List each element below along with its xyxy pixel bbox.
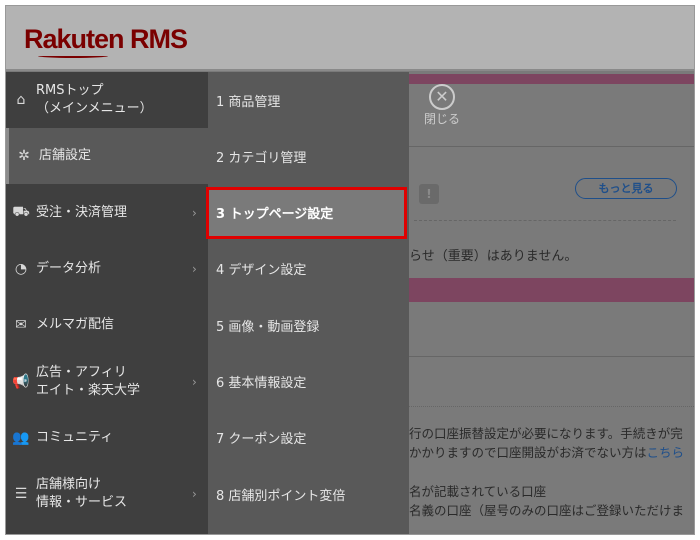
menu-item-label: 店舗設定 [39, 148, 92, 164]
section-bar [409, 74, 694, 84]
info-text: 名義の口座（屋号のみの口座はご登録いただけま [409, 503, 685, 518]
submenu-item[interactable]: 6 基本情報設定 [208, 354, 409, 410]
menu-item-label: データ分析 [36, 260, 102, 276]
menu-item[interactable]: ◔ データ分析 › [6, 241, 208, 297]
chevron-right-icon: › [192, 487, 197, 502]
logo-swoosh [38, 54, 108, 58]
content-area: ✕ 閉じる ! もっと見る らせ（重要）はありません。 行の口座振替設定が必要に… [409, 72, 694, 534]
app-window: Rakuten RMS ⌂ RMSトップ （メインメニュー） ✲ 店舗設定 ⛟ 受注・決済… [5, 5, 695, 535]
more-button[interactable]: もっと見る [575, 178, 677, 199]
section-bar [409, 278, 694, 302]
menu-item-label: メルマガ配信 [36, 317, 115, 333]
megaphone-icon: 📢 [12, 373, 30, 390]
bulb-icon: ! [419, 184, 439, 204]
close-label: 閉じる [424, 112, 461, 126]
list-icon: ☰ [14, 486, 28, 503]
main-menu: ⌂ RMSトップ （メインメニュー） ✲ 店舗設定 ⛟ 受注・決済管理 › ◔ データ分析 › ✉ メ… [6, 72, 208, 534]
info-text: 行の口座振替設定が必要になります。手続きが完 [409, 426, 683, 441]
divider [409, 146, 694, 147]
cart-icon: ⛟ [12, 203, 30, 220]
menu-item[interactable]: ⌂ RMSトップ （メインメニュー） [6, 72, 208, 128]
gear-icon: ✲ [18, 148, 30, 165]
menu-item-label: 店舗様向け 情報・サービス [36, 477, 128, 511]
submenu-item[interactable]: 5 画像・動画登録 [208, 297, 409, 353]
pie-chart-icon: ◔ [14, 260, 28, 277]
submenu-item[interactable]: 2 カテゴリ管理 [208, 128, 409, 184]
rakuten-rms-logo[interactable]: Rakuten RMS [24, 24, 188, 58]
menu-item-label: RMSトップ （メインメニュー） [36, 83, 153, 116]
submenu: 1 商品管理 2 カテゴリ管理 3 トップページ設定 4 デザイン設定 5 画像・動画登… [206, 72, 409, 534]
close-button[interactable]: ✕ 閉じる [424, 84, 460, 127]
info-text: 名が記載されている口座 [409, 484, 547, 499]
close-icon: ✕ [429, 84, 455, 110]
menu-item[interactable]: 👥 コミュニティ [6, 410, 208, 466]
menu-item[interactable]: ⛟ 受注・決済管理 › [6, 185, 208, 241]
menu-item-label: 受注・決済管理 [36, 204, 128, 220]
menu-item-label: コミュニティ [36, 429, 114, 445]
submenu-item[interactable]: 7 クーポン設定 [208, 410, 409, 466]
here-link[interactable]: こちら [647, 445, 685, 460]
submenu-item[interactable]: 8 店舗別ポイント変倍 [208, 466, 409, 522]
notice-text: らせ（重要）はありません。 [409, 249, 578, 264]
submenu-item[interactable]: 3 トップページ設定 [206, 186, 407, 239]
menu-item[interactable]: ✲ 店舗設定 [6, 128, 208, 185]
dashed-divider [414, 220, 676, 221]
dotted-divider [409, 406, 694, 407]
chevron-right-icon: › [192, 374, 197, 389]
menu-item-label: 広告・アフィリ エイト・楽天大学 [36, 364, 141, 398]
header: Rakuten RMS [6, 6, 694, 71]
menu-item[interactable]: ☰ 店舗様向け 情報・サービス › [6, 466, 208, 522]
mail-icon: ✉ [15, 317, 27, 334]
menu-item[interactable]: 📢 広告・アフィリ エイト・楽天大学 › [6, 354, 208, 410]
info-text: かかりますので口座開設がお済でない方はこちら [409, 445, 685, 460]
divider [409, 356, 694, 357]
chevron-right-icon: › [192, 261, 197, 276]
submenu-item[interactable]: 4 デザイン設定 [208, 241, 409, 297]
submenu-item[interactable]: 1 商品管理 [208, 72, 409, 128]
people-icon: 👥 [12, 429, 30, 446]
menu-item[interactable]: ✉ メルマガ配信 [6, 297, 208, 353]
home-icon: ⌂ [16, 92, 26, 108]
